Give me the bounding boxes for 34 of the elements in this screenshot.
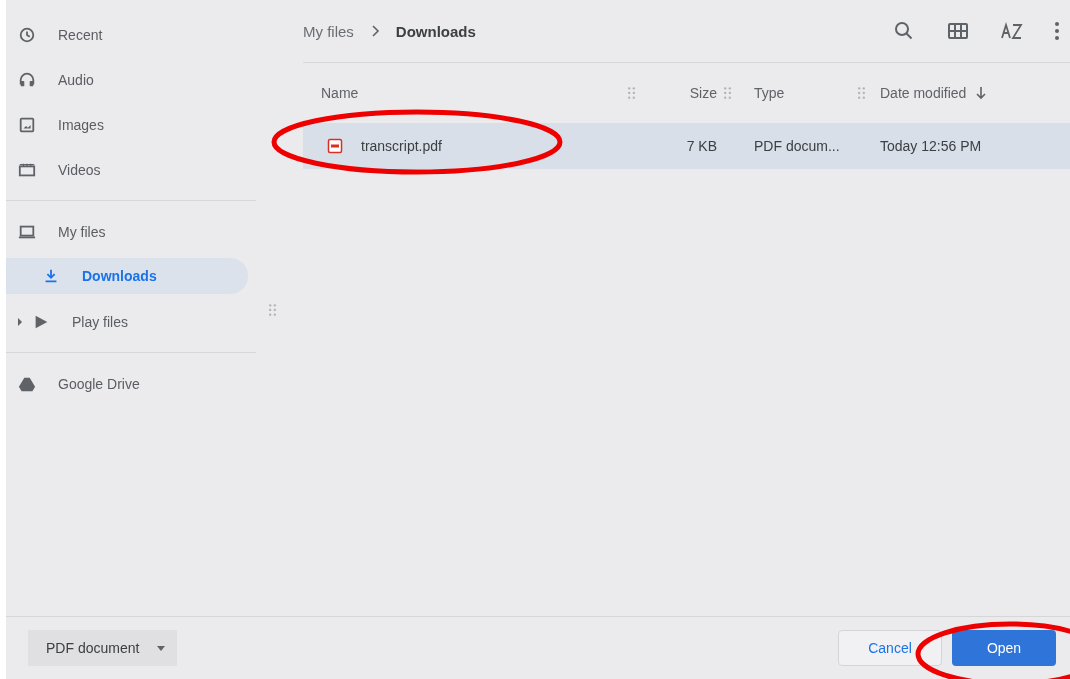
- sidebar-item[interactable]: Downloads: [6, 258, 248, 294]
- column-header[interactable]: Name: [321, 85, 359, 101]
- file-name: transcript.pdf: [361, 138, 442, 154]
- drag-handle-icon[interactable]: [627, 87, 635, 99]
- breadcrumb-item[interactable]: Downloads: [395, 22, 476, 40]
- file-size: 7 KB: [685, 138, 717, 154]
- column-header[interactable]: Type: [754, 85, 785, 101]
- sidebar-item[interactable]: Videos: [6, 147, 248, 192]
- image-icon: [18, 115, 36, 134]
- sidebar-item[interactable]: Play files: [6, 299, 248, 344]
- sidebar-item[interactable]: Recent: [6, 12, 248, 57]
- column-header[interactable]: Size: [689, 85, 717, 101]
- file-type: PDF docum...: [753, 138, 841, 154]
- open-button[interactable]: Open: [952, 630, 1056, 666]
- breadcrumb-item[interactable]: My files: [303, 22, 354, 40]
- cancel-button[interactable]: Cancel: [838, 630, 942, 666]
- sort-arrow-icon: [974, 86, 989, 100]
- dropdown-arrow-icon: [157, 645, 166, 651]
- drag-handle-icon[interactable]: [723, 87, 731, 99]
- expand-arrow-icon[interactable]: [16, 317, 24, 326]
- drag-handle-icon[interactable]: [269, 304, 276, 316]
- drag-handle-icon[interactable]: [857, 87, 865, 99]
- clock-icon: [18, 25, 36, 44]
- column-header[interactable]: Date modified: [880, 85, 989, 101]
- sidebar-item[interactable]: My files: [6, 209, 248, 254]
- file-date: Today 12:56 PM: [879, 138, 983, 154]
- pdf-file-icon: [327, 138, 343, 154]
- file-row[interactable]: transcript.pdf 7 KB PDF docum... Today 12:56 PM: [303, 123, 1070, 169]
- sidebar-item[interactable]: Google Drive: [6, 361, 248, 406]
- file-type-dropdown[interactable]: PDF document: [28, 630, 178, 666]
- sidebar-item[interactable]: Audio: [6, 57, 248, 102]
- more-icon[interactable]: [1054, 21, 1060, 41]
- sidebar-item[interactable]: Images: [6, 102, 248, 147]
- headphones-icon: [18, 70, 36, 89]
